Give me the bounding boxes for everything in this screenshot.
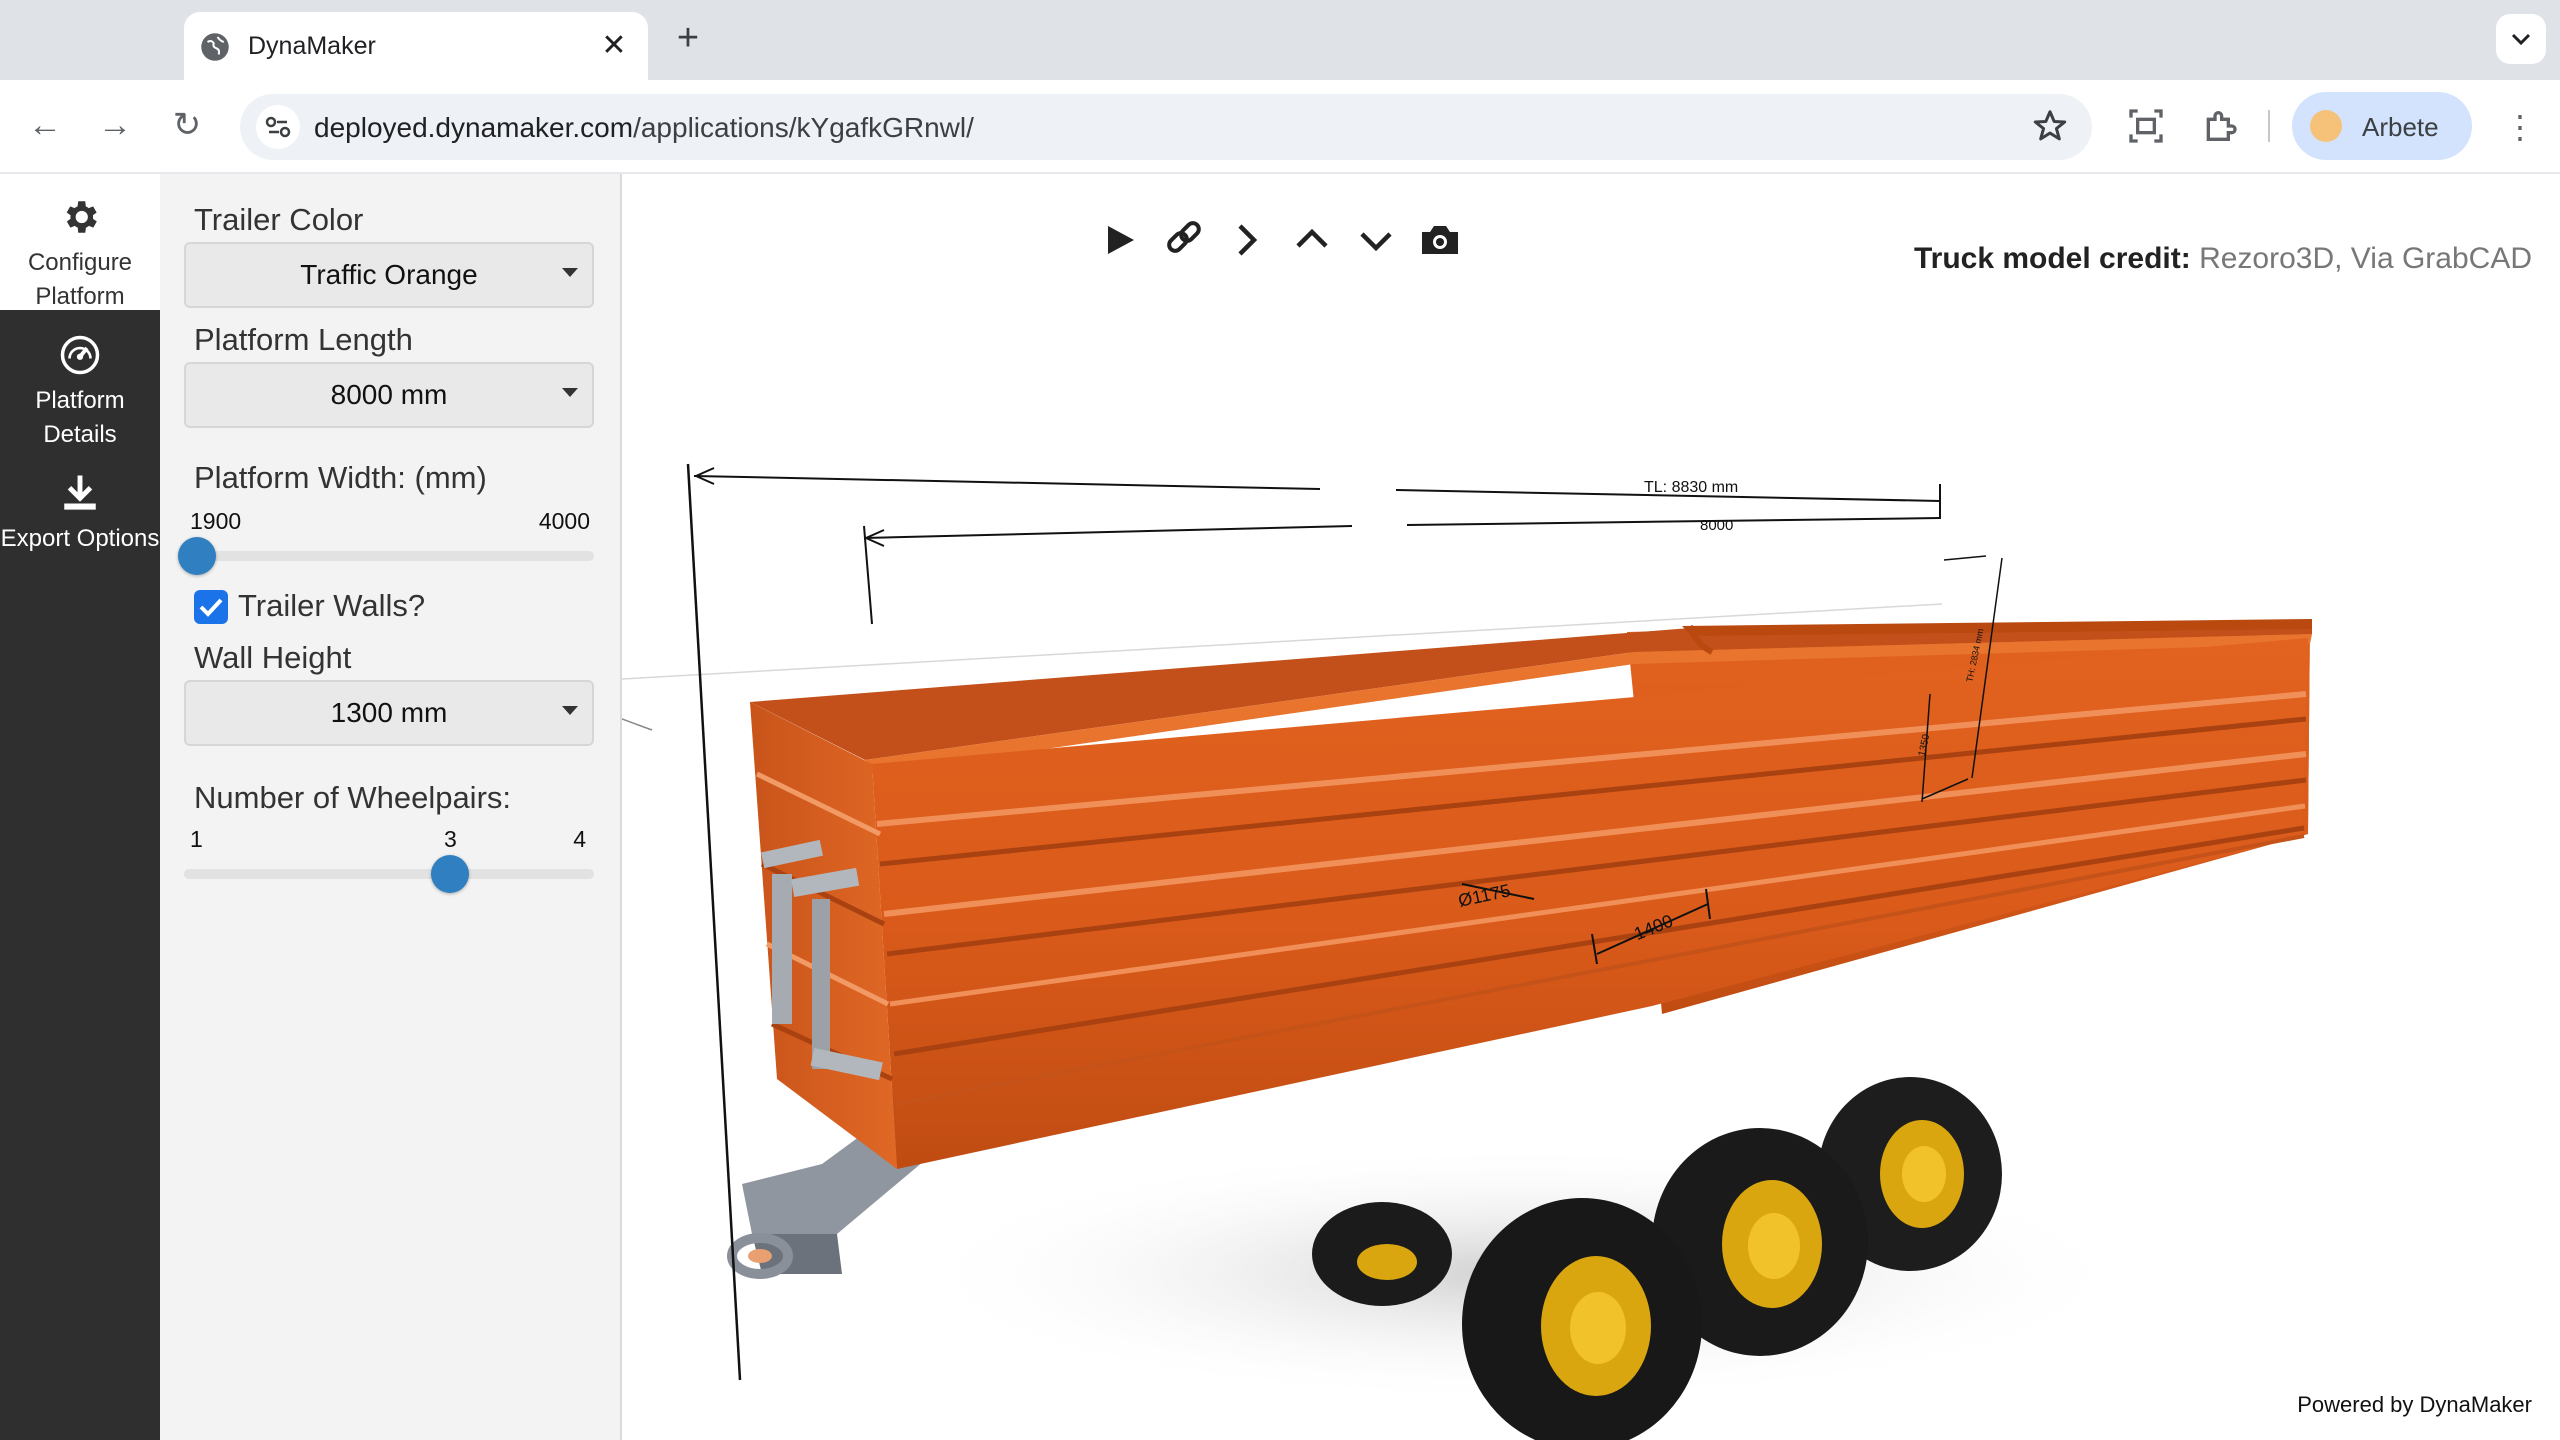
chevron-up-icon[interactable] [1286, 210, 1338, 270]
nav-platform-details[interactable]: Platform Details [0, 312, 160, 448]
side-navigation: Configure Platform Platform Details Expo… [0, 174, 160, 1440]
chevron-down-icon[interactable] [1350, 210, 1402, 270]
forward-icon[interactable]: → [92, 102, 138, 148]
tab-search-button[interactable] [2496, 14, 2546, 64]
link-icon[interactable] [1158, 210, 1210, 270]
wall-height-value: 1300 mm [330, 697, 448, 728]
reload-icon[interactable]: ↻ [164, 102, 210, 148]
wheelpairs-max: 4 [573, 826, 586, 852]
gauge-icon [60, 335, 100, 375]
configuration-panel: Trailer Color Traffic Orange Platform Le… [160, 174, 622, 1440]
download-icon [64, 475, 96, 510]
tab-title: DynaMaker [248, 32, 376, 60]
wheelpairs-slider[interactable] [184, 855, 594, 893]
caret-down-icon [562, 706, 578, 715]
trailer-color-label: Trailer Color [194, 202, 364, 237]
next-icon[interactable] [1222, 210, 1274, 270]
nav-configure-platform[interactable]: Configure Platform [0, 174, 160, 310]
avatar [2310, 110, 2342, 142]
browser-menu-icon[interactable]: ⋮ [2500, 104, 2540, 150]
trailer-walls-checkbox[interactable] [194, 590, 228, 624]
play-icon[interactable] [1094, 210, 1146, 270]
gear-icon [66, 201, 97, 233]
browser-tab-strip: DynaMaker ✕ + [0, 0, 2560, 80]
total-length-label: TL: 8830 mm [1644, 479, 1738, 496]
url-text: deployed.dynamaker.com/applications/kYga… [314, 112, 974, 144]
trailer-walls-label: Trailer Walls? [238, 588, 426, 623]
back-icon[interactable]: ← [22, 102, 68, 148]
platform-width-min: 1900 [190, 508, 242, 534]
model-credit: Truck model credit: Rezoro3D, Via GrabCA… [1914, 242, 2532, 276]
platform-width-max: 4000 [538, 508, 590, 534]
wall-height-select[interactable]: 1300 mm [184, 680, 594, 746]
wheelpairs-label: Number of Wheelpairs: [194, 780, 512, 815]
site-info-icon[interactable] [256, 105, 300, 149]
trailer-3d-model[interactable]: TL: 8830 mm 8000 TH: 2834 mm 1350 1400 Ø… [622, 174, 2560, 1440]
checkmark-icon [199, 598, 223, 617]
wall-height-label: Wall Height [194, 640, 352, 675]
far-wheel [1312, 1202, 1452, 1306]
screen-capture-icon[interactable] [2126, 106, 2166, 146]
url-host: deployed.dynamaker.com [314, 112, 634, 143]
powered-by: Powered by DynaMaker [2297, 1392, 2532, 1417]
wheelpairs-min: 1 [190, 826, 203, 852]
browser-tab[interactable]: DynaMaker ✕ [184, 12, 648, 80]
url-path: /applications/kYgafkGRnwl/ [633, 112, 974, 143]
trailer-color-value: Traffic Orange [300, 259, 478, 290]
3d-viewer[interactable]: TL: 8830 mm 8000 TH: 2834 mm 1350 1400 Ø… [622, 174, 2560, 1440]
credit-label: Truck model credit: [1913, 242, 2191, 275]
nav-label: Configure Platform [27, 249, 133, 310]
globe-icon [201, 33, 229, 61]
nav-label: Export Options [0, 525, 160, 552]
wheelpairs-value: 3 [444, 826, 457, 852]
platform-width-label: Platform Width: (mm) [194, 460, 487, 495]
platform-length-value: 8000 mm [330, 379, 448, 410]
chevron-down-icon [2511, 33, 2531, 45]
credit-value: Rezoro3D, Via GrabCAD [2199, 242, 2532, 275]
new-tab-icon[interactable]: + [666, 16, 710, 60]
caret-down-icon [562, 268, 578, 277]
ground-guide-line [622, 718, 653, 731]
platform-length-dimension: 8000 [1700, 517, 1733, 534]
profile-name: Arbete [2362, 112, 2439, 142]
camera-icon[interactable] [1414, 210, 1466, 270]
platform-length-label: Platform Length [194, 322, 413, 357]
browser-toolbar: ← → ↻ deployed.dynamaker.com/application… [0, 80, 2560, 174]
extensions-icon[interactable] [2200, 106, 2240, 146]
platform-length-select[interactable]: 8000 mm [184, 362, 594, 428]
trailer-color-select[interactable]: Traffic Orange [184, 242, 594, 308]
bookmark-star-icon[interactable] [2032, 108, 2068, 144]
address-bar[interactable]: deployed.dynamaker.com/applications/kYga… [240, 94, 2092, 160]
platform-width-slider[interactable] [178, 537, 594, 575]
platform-width-thumb[interactable] [178, 537, 216, 575]
nav-export-options[interactable]: Export Options [0, 450, 160, 586]
profile-button[interactable]: Arbete [2292, 92, 2472, 160]
toolbar-divider [2268, 110, 2270, 142]
wheelpairs-thumb[interactable] [431, 855, 469, 893]
nav-label: Platform Details [35, 387, 125, 448]
close-tab-icon[interactable]: ✕ [594, 26, 634, 66]
dynamaker-app: Configure Platform Platform Details Expo… [0, 174, 2560, 1440]
caret-down-icon [562, 388, 578, 397]
viewer-toolbar [1094, 210, 1514, 270]
